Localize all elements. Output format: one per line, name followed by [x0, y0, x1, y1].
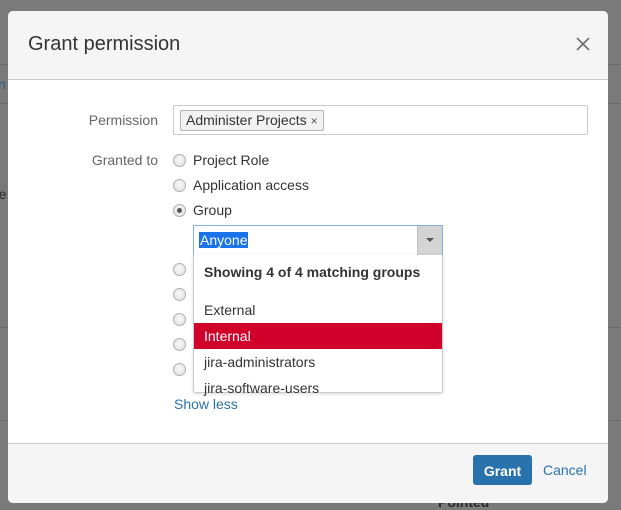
permission-input[interactable]: Administer Projects ×	[173, 105, 588, 135]
background-divider	[0, 64, 8, 65]
grant-permission-dialog: Grant permission Permission Administer P…	[8, 11, 608, 503]
background-link: n	[0, 76, 6, 92]
group-dropdown: Showing 4 of 4 matching groups External …	[193, 255, 443, 396]
dropdown-item-jira-administrators[interactable]: jira-administrators	[194, 349, 442, 375]
radio-button-checked[interactable]	[173, 204, 186, 217]
radio-button[interactable]	[173, 179, 186, 192]
granted-to-label: Granted to	[91, 152, 158, 168]
dropdown-item-internal[interactable]: Internal	[194, 323, 442, 349]
radio-label: Group	[193, 202, 232, 218]
dropdown-item-external[interactable]: External	[194, 297, 442, 323]
group-select-value[interactable]: Anyone	[199, 232, 249, 248]
dropdown-header: Showing 4 of 4 matching groups	[204, 264, 421, 280]
radio-label: Application access	[193, 177, 309, 193]
dialog-title: Grant permission	[28, 33, 181, 55]
dialog-header: Grant permission	[8, 11, 608, 80]
cancel-link[interactable]: Cancel	[543, 455, 587, 485]
close-icon	[576, 37, 590, 51]
radio-button[interactable]	[173, 154, 186, 167]
permission-tag-label: Administer Projects	[186, 112, 307, 128]
grant-button[interactable]: Grant	[473, 455, 532, 485]
background-divider	[608, 103, 621, 104]
radio-button[interactable]	[173, 263, 186, 276]
background-divider	[608, 420, 621, 421]
radio-button[interactable]	[173, 313, 186, 326]
radio-button[interactable]	[173, 288, 186, 301]
background-divider	[0, 103, 8, 104]
chevron-down-icon[interactable]	[417, 226, 442, 255]
permission-tag: Administer Projects ×	[180, 110, 324, 131]
remove-tag-icon[interactable]: ×	[311, 114, 318, 128]
radio-button[interactable]	[173, 363, 186, 376]
background-divider	[608, 64, 621, 65]
radio-label: Project Role	[193, 152, 270, 168]
close-button[interactable]	[572, 33, 594, 55]
background-divider	[0, 327, 8, 328]
radio-button[interactable]	[173, 338, 186, 351]
group-select[interactable]: Anyone	[193, 225, 443, 256]
background-text: re	[0, 186, 7, 202]
background-divider	[0, 420, 8, 421]
permission-label: Permission	[88, 112, 158, 128]
background-divider	[608, 327, 621, 328]
dialog-footer: Grant Cancel	[8, 443, 608, 503]
show-less-link[interactable]: Show less	[174, 396, 238, 412]
